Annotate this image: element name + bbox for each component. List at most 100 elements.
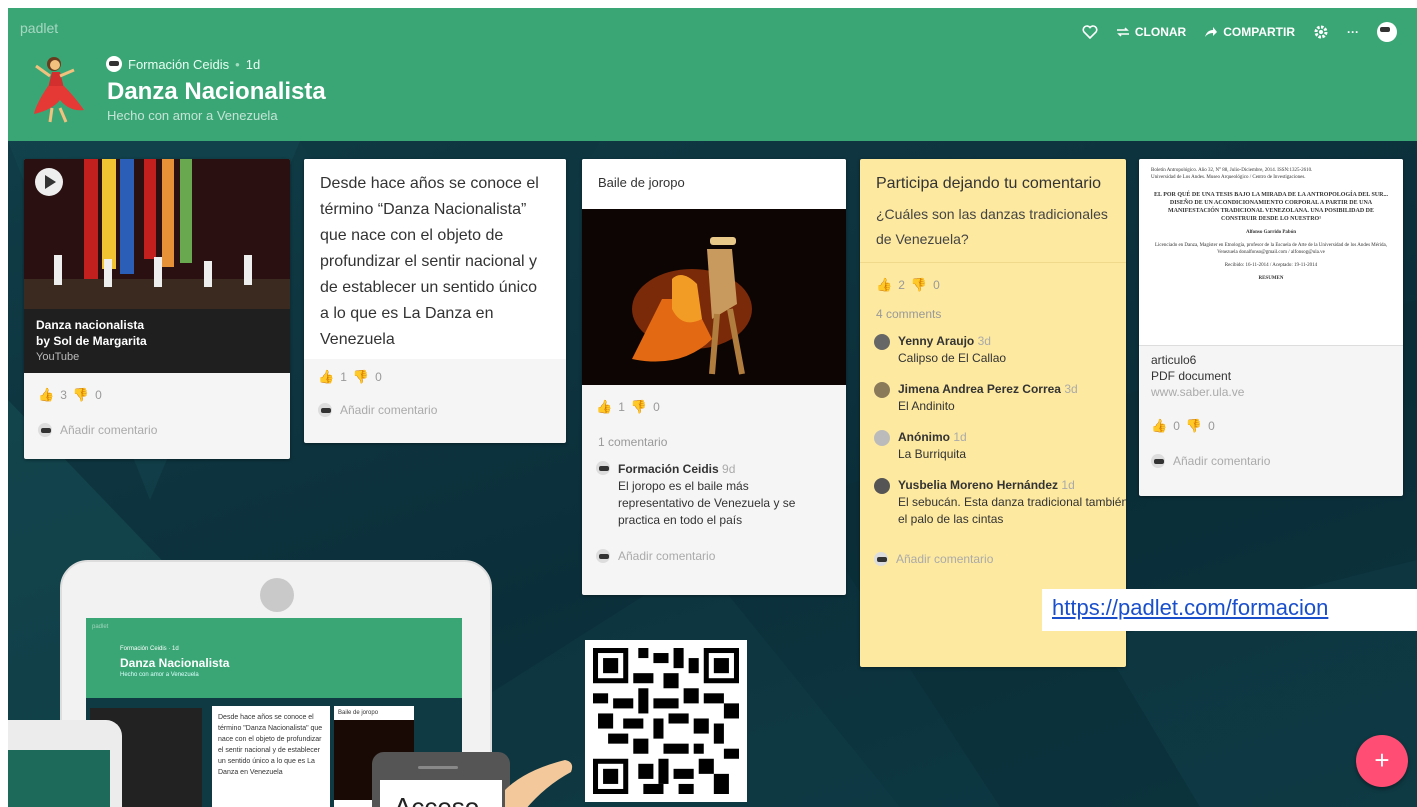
author-name[interactable]: Formación Ceidis: [128, 57, 229, 72]
pdf-preview[interactable]: Boletín Antropológico. Año 32, N° 88, Ju…: [1139, 159, 1403, 345]
thumbs-down-icon[interactable]: 👎: [353, 369, 369, 385]
tablet-header: padlet Formación Ceidis · 1d Danza Nacio…: [86, 618, 462, 698]
tablet-subtitle: Hecho con amor a Venezuela: [120, 672, 199, 678]
separator-dot: •: [235, 56, 240, 72]
add-comment-label: Añadir comentario: [618, 549, 716, 563]
add-post-button[interactable]: +: [1356, 735, 1408, 787]
clone-icon: [1116, 27, 1129, 37]
more-button[interactable]: ···: [1347, 25, 1359, 39]
dislike-count: 0: [1208, 419, 1215, 433]
comment-item: Jimena Andrea Perez Correa 3d El Andinit…: [860, 381, 1126, 429]
card-video[interactable]: Danza nacionalista by Sol de Margarita Y…: [24, 159, 290, 459]
padlet-header: padlet Formación Ceidis • 1d Danza Nacio…: [8, 8, 1417, 141]
file-info[interactable]: articulo6 PDF document www.saber.ula.ve: [1139, 345, 1403, 406]
phone-screen-left: [0, 750, 110, 807]
commenter-avatar-icon: [874, 478, 890, 494]
comment-item: Yusbelia Moreno Hernández 1d El sebucán.…: [860, 477, 1126, 542]
thumbs-up-icon[interactable]: 👍: [876, 277, 892, 293]
thumbs-down-icon[interactable]: 👎: [73, 387, 89, 403]
add-comment-label: Añadir comentario: [1173, 454, 1271, 468]
comment-count[interactable]: 4 comments: [860, 307, 1126, 333]
add-comment[interactable]: Añadir comentario: [582, 529, 846, 563]
doc-summary: RESUMEN: [1258, 276, 1284, 281]
card-text[interactable]: Desde hace años se conoce el término “Da…: [304, 159, 566, 443]
video-title: Danza nacionalista: [36, 318, 145, 332]
brand-logo[interactable]: padlet: [20, 20, 58, 36]
file-url: www.saber.ula.ve: [1151, 385, 1245, 399]
settings-button[interactable]: [1313, 24, 1329, 40]
commenter-avatar-icon: [38, 423, 52, 437]
comment-text: Calipso de El Callao: [898, 351, 1007, 365]
file-type: PDF document: [1151, 369, 1232, 383]
qr-code[interactable]: [585, 640, 747, 802]
commenter-avatar-icon: [596, 461, 610, 475]
dislike-count: 0: [95, 388, 102, 402]
thumbs-up-icon[interactable]: 👍: [38, 387, 54, 403]
thumbs-down-icon[interactable]: 👎: [1186, 418, 1202, 434]
clone-button[interactable]: CLONAR: [1116, 25, 1186, 39]
card-votes: 👍 0 👎 0: [1139, 406, 1403, 446]
comment-author[interactable]: Yenny Araujo: [898, 334, 974, 348]
dislike-count: 0: [653, 400, 660, 414]
like-button[interactable]: [1082, 25, 1098, 39]
card-votes: 👍 1 👎 0: [304, 359, 566, 395]
commenter-avatar-icon: [596, 549, 610, 563]
tablet-author: Formación Ceidis · 1d: [120, 646, 179, 652]
tablet-card-title: Baile de joropo: [338, 710, 379, 716]
add-comment-label: Añadir comentario: [60, 423, 158, 437]
like-count: 1: [340, 370, 347, 384]
card-image[interactable]: Baile de joropo 👍 1 👎 0 1 comentario For…: [582, 159, 846, 595]
comment-date: 3d: [977, 334, 991, 348]
thumbs-down-icon[interactable]: 👎: [631, 399, 647, 415]
commenter-avatar-icon: [874, 382, 890, 398]
heart-icon: [1082, 25, 1098, 39]
user-avatar-icon[interactable]: [1377, 22, 1397, 42]
add-comment[interactable]: Añadir comentario: [1139, 446, 1403, 476]
page-title: Danza Nacionalista: [107, 78, 326, 105]
card-document[interactable]: Boletín Antropológico. Año 32, N° 88, Ju…: [1139, 159, 1403, 496]
doc-author: Alfonso Garrido Pabón: [1245, 230, 1296, 235]
tablet-brand: padlet: [92, 624, 109, 630]
comment-date: 9d: [722, 462, 736, 476]
comment-author[interactable]: Formación Ceidis: [618, 462, 719, 476]
comment-date: 3d: [1064, 382, 1078, 396]
post-age: 1d: [245, 56, 261, 72]
share-button[interactable]: COMPARTIR: [1204, 25, 1295, 39]
card-heading: Participa dejando tu comentario: [876, 175, 1102, 192]
comment-author[interactable]: Jimena Andrea Perez Correa: [898, 382, 1061, 396]
commenter-avatar-icon: [874, 552, 888, 566]
add-comment[interactable]: Añadir comentario: [24, 417, 290, 443]
doc-bio: Licenciado en Danza, Magíster en Etnolog…: [1154, 243, 1387, 255]
add-comment[interactable]: Añadir comentario: [860, 542, 1126, 576]
padlet-url-link[interactable]: https://padlet.com/formacion: [1042, 589, 1417, 631]
phone-screen: Acceso: [380, 780, 502, 807]
clone-label: CLONAR: [1134, 25, 1187, 39]
thumbs-up-icon[interactable]: 👍: [596, 399, 612, 415]
qr-code-pattern: [593, 648, 739, 794]
play-icon[interactable]: [34, 167, 64, 197]
add-comment-label: Añadir comentario: [896, 552, 994, 566]
card-question: ¿Cuáles son las danzas tradicionales de …: [876, 206, 1108, 247]
comment-item: Anónimo 1d La Burriquita: [860, 429, 1126, 477]
gear-icon: [1314, 25, 1328, 39]
card-title: Baile de joropo: [582, 159, 846, 209]
joropo-dance-image[interactable]: [582, 209, 846, 385]
comment-author[interactable]: Yusbelia Moreno Hernández: [898, 478, 1058, 492]
phone-mockup: Acceso: [372, 752, 510, 807]
thumbs-up-icon[interactable]: 👍: [1151, 418, 1167, 434]
comment-text: El joropo es el baile más representativo…: [618, 479, 796, 527]
video-thumbnail[interactable]: Danza nacionalista by Sol de Margarita Y…: [24, 159, 290, 373]
comment-count[interactable]: 1 comentario: [582, 429, 846, 461]
card-votes: 👍 1 👎 0: [582, 385, 846, 429]
add-comment[interactable]: Añadir comentario: [304, 395, 566, 425]
comment-date: 1d: [953, 430, 967, 444]
dislike-count: 0: [933, 278, 940, 292]
comment-text: El Andinito: [898, 399, 955, 413]
phone-mockup-left: [0, 720, 122, 807]
thumbs-up-icon[interactable]: 👍: [318, 369, 334, 385]
comment-author[interactable]: Anónimo: [898, 430, 950, 444]
comment-text: La Burriquita: [898, 447, 967, 461]
like-count: 3: [60, 388, 67, 402]
thumbs-down-icon[interactable]: 👎: [911, 277, 927, 293]
tablet-card-text: Desde hace años se conoce el término "Da…: [212, 706, 330, 807]
